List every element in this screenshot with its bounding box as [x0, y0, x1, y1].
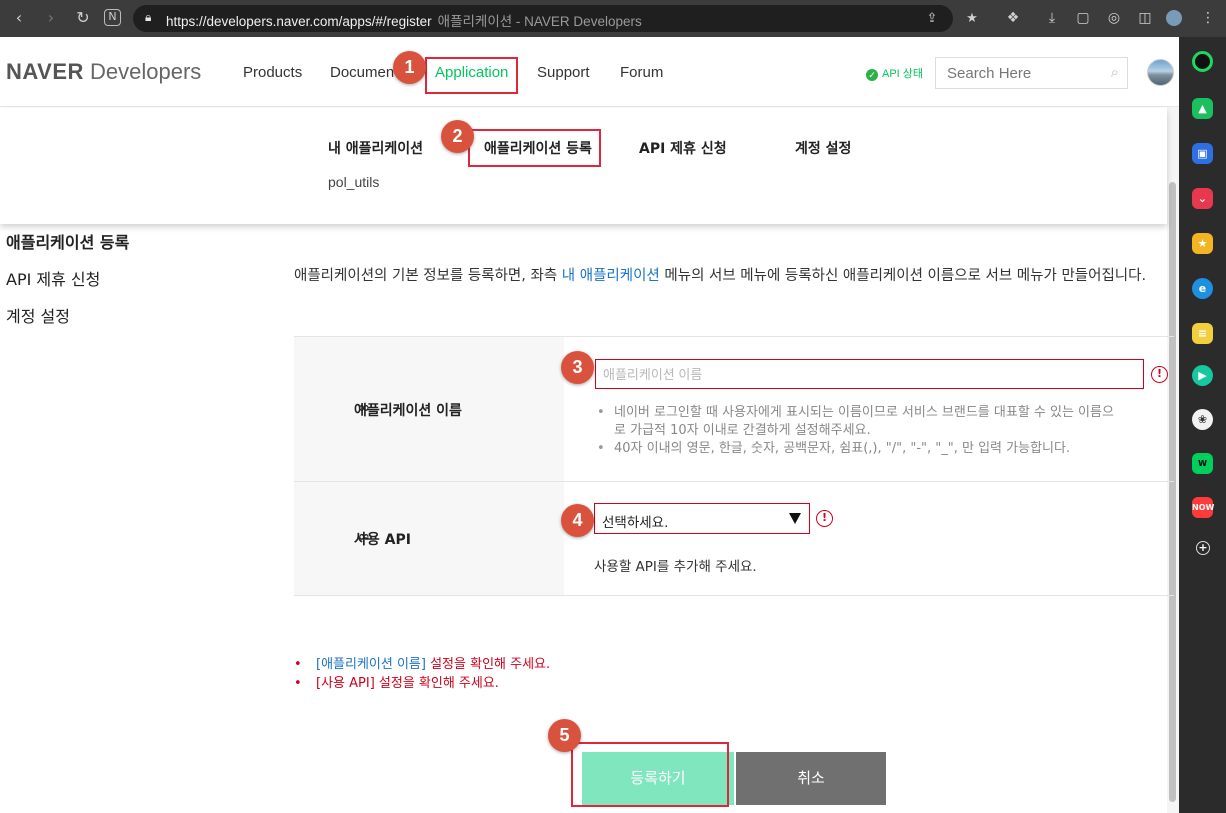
notion-icon[interactable]: N [104, 9, 121, 26]
step-marker-5: 5 [548, 719, 581, 752]
more-icon[interactable]: ⋮ [1198, 8, 1218, 28]
api-row: 사용 API ∞ [294, 481, 1174, 596]
api-hint: 사용할 API를 추가해 주세요. [594, 559, 757, 575]
application-submenu: 내 애플리케이션 애플리케이션 등록 API 제휴 신청 계정 설정 pol_u… [0, 108, 1167, 224]
now-app-icon[interactable]: NOW [1192, 497, 1214, 518]
app-name-input[interactable] [595, 359, 1144, 389]
step-marker-3: 3 [561, 351, 594, 384]
chatgpt-app-icon[interactable]: ❀ [1192, 409, 1213, 430]
check-icon: ✓ [866, 69, 878, 81]
share-icon[interactable]: ⇪ [923, 10, 941, 28]
lnb-register-application[interactable]: 애플리케이션 등록 [6, 229, 129, 253]
submenu-account-settings[interactable]: 계정 설정 [795, 138, 851, 158]
address-bar[interactable]: 🔒︎ https://developers.naver.com/apps/#/r… [133, 5, 978, 32]
forward-icon[interactable]: › [40, 7, 62, 29]
error-icon: ! [816, 510, 833, 527]
dropdown-arrow-icon [789, 513, 801, 524]
step-marker-4: 4 [561, 504, 594, 537]
lnb-api-partnership[interactable]: API 제휴 신청 [6, 266, 100, 290]
split-view-icon[interactable]: ◫ [1135, 8, 1155, 28]
avatar[interactable] [1147, 59, 1174, 86]
app-name-label-cell: 애플리케이션 이름 ∞ [294, 337, 564, 482]
favorites-icon[interactable]: ★ [963, 10, 981, 28]
extensions-icon[interactable]: ❖ [1003, 8, 1023, 28]
step-marker-1: 1 [393, 51, 426, 84]
play-app-icon[interactable]: ▶ [1192, 365, 1213, 386]
api-label-cell: 사용 API ∞ [294, 482, 564, 595]
url-text[interactable]: https://developers.naver.com/apps/#/regi… [166, 10, 642, 30]
page-description: 애플리케이션의 기본 정보를 등록하면, 좌측 내 애플리케이션 메뉴의 서브 … [294, 268, 1147, 284]
submenu-my-applications[interactable]: 내 애플리케이션 [328, 138, 423, 158]
error-item: [사용 API] 설정을 확인해 주세요. [294, 674, 550, 693]
download-icon[interactable]: ⤓ [1042, 8, 1062, 28]
error-icon: ! [1151, 366, 1168, 383]
add-app-icon[interactable]: + [1196, 541, 1210, 555]
screenshot-icon[interactable]: ◎ [1104, 8, 1124, 28]
profile-icon[interactable] [1166, 10, 1182, 26]
page-title: 애플리케이션 - NAVER Developers [437, 14, 642, 29]
error-link[interactable]: [애플리케이션 이름] [316, 657, 426, 672]
link-icon[interactable]: ∞ [358, 529, 370, 545]
submit-button[interactable]: 등록하기 [582, 752, 734, 805]
back-icon[interactable]: ‹ [8, 7, 30, 29]
api-select-value: 선택하세요. [602, 515, 669, 531]
pocket-app-icon[interactable]: ⌄ [1192, 188, 1213, 209]
submenu-register-application[interactable]: 애플리케이션 등록 [484, 138, 592, 158]
api-select[interactable]: 선택하세요. [594, 503, 810, 534]
nav-application[interactable]: Application [435, 64, 508, 81]
lock-icon: 🔒︎ [145, 10, 152, 24]
star-app-icon[interactable]: ★ [1192, 233, 1213, 254]
reload-icon[interactable]: ↻ [72, 7, 94, 29]
my-applications-link[interactable]: 내 애플리케이션 [562, 268, 660, 284]
step-marker-2: 2 [441, 120, 474, 153]
briefcase-app-icon[interactable]: ▣ [1192, 143, 1213, 164]
search-box: ⌕ [935, 57, 1128, 89]
notification-app-icon[interactable]: ▲ [1192, 98, 1213, 119]
edge-app-icon[interactable]: e [1192, 278, 1213, 299]
lnb-account-settings[interactable]: 계정 설정 [6, 303, 70, 327]
naver-developers-logo[interactable]: NAVER Developers [6, 59, 201, 85]
green-app-icon[interactable] [1192, 51, 1213, 72]
cancel-button[interactable]: 취소 [736, 752, 886, 805]
nav-documents[interactable]: Documen [330, 64, 394, 81]
browser-toolbar: ‹ › ↻ N 🔒︎ https://developers.naver.com/… [0, 0, 1226, 37]
link-icon[interactable]: ∞ [358, 400, 370, 416]
error-item: [애플리케이션 이름] 설정을 확인해 주세요. [294, 655, 550, 674]
submenu-app-pol-utils[interactable]: pol_utils [328, 174, 379, 190]
nav-products[interactable]: Products [243, 64, 302, 81]
nav-forum[interactable]: Forum [620, 64, 663, 81]
search-input[interactable] [936, 58, 1096, 88]
nav-support[interactable]: Support [537, 64, 590, 81]
validation-errors: [애플리케이션 이름] 설정을 확인해 주세요. [사용 API] 설정을 확인… [294, 655, 550, 693]
submenu-api-partnership[interactable]: API 제휴 신청 [639, 138, 727, 158]
hint-item: 40자 이내의 영문, 한글, 숫자, 공백문자, 쉼표(,), "/", "-… [597, 440, 1117, 458]
site-header: NAVER Developers Products Documen Applic… [0, 37, 1179, 107]
browser-sidebar: ▲ ▣ ⌄ ★ e ≡ ▶ ❀ W NOW + [1179, 37, 1226, 813]
screen-record-icon[interactable]: ▢ [1073, 8, 1093, 28]
api-status[interactable]: ✓ API 상태 [866, 65, 923, 81]
app-name-hints: 네이버 로그인할 때 사용자에게 표시되는 이름이므로 서비스 브랜드를 대표할… [597, 404, 1117, 458]
hint-item: 네이버 로그인할 때 사용자에게 표시되는 이름이므로 서비스 브랜드를 대표할… [597, 404, 1117, 440]
search-icon[interactable]: ⌕ [1111, 63, 1119, 81]
webtoon-app-icon[interactable]: W [1192, 453, 1213, 474]
notes-app-icon[interactable]: ≡ [1192, 323, 1213, 344]
